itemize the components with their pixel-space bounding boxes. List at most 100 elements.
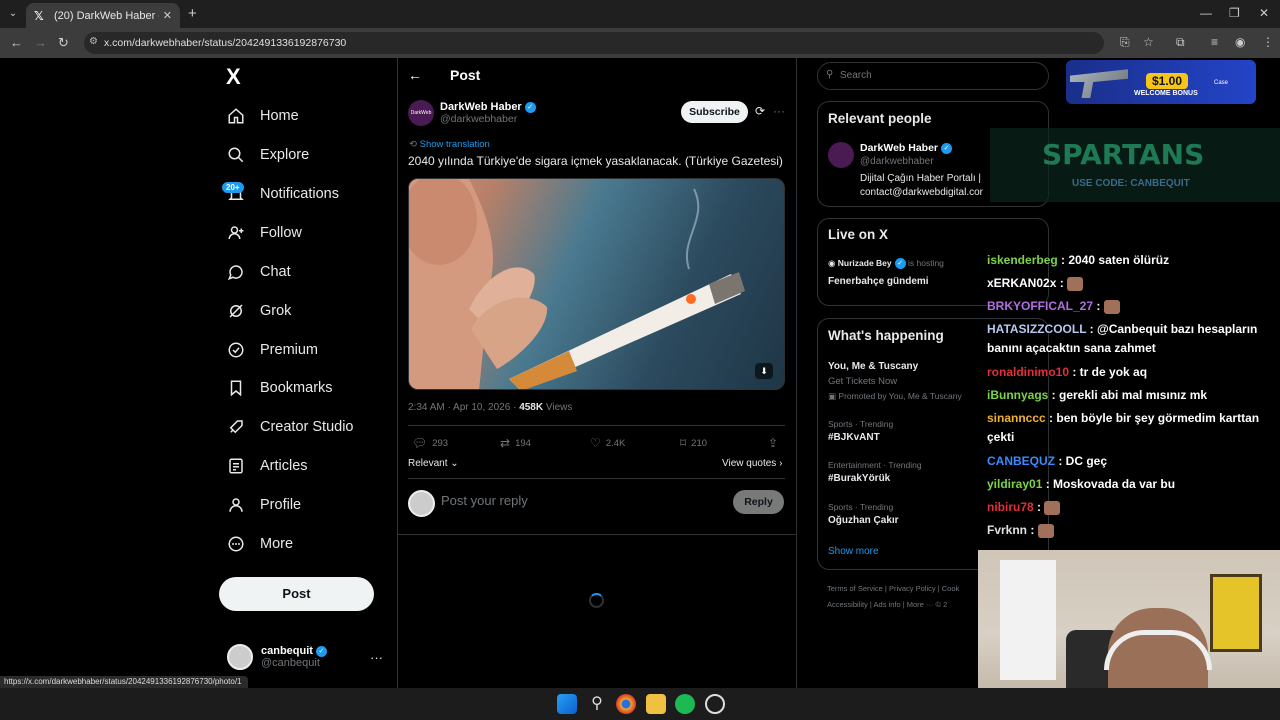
author-avatar[interactable]: DarkWeb <box>408 100 434 126</box>
site-info-icon[interactable]: ⚙ <box>89 36 98 47</box>
browser-tab[interactable]: 𝕏 (20) DarkWeb Haber on X: "204 ✕ <box>26 3 180 28</box>
wall-poster <box>1210 574 1262 652</box>
x-logo[interactable]: X <box>226 64 241 90</box>
live-host[interactable]: ◉ Nurizade Bey ✓ is hosting <box>828 258 944 270</box>
search-input[interactable]: Search <box>817 62 1049 90</box>
like-action[interactable]: ♡ 2.4K <box>590 436 625 450</box>
image-download-icon[interactable]: ⬇ <box>755 363 773 379</box>
chat-user: Fvrknn <box>987 523 1028 537</box>
app-icon[interactable] <box>705 694 725 714</box>
sidebar-item-profile[interactable]: Profile <box>226 490 301 520</box>
account-more-icon[interactable]: ··· <box>370 650 383 665</box>
chat-user: iBunnyags <box>987 388 1049 402</box>
sidepanel-icon[interactable]: ≡ <box>1211 35 1218 49</box>
trend-name[interactable]: #BurakYörük <box>828 473 890 484</box>
reply-button[interactable]: Reply <box>733 490 784 514</box>
subscribe-button[interactable]: Subscribe <box>681 101 748 123</box>
new-tab-icon[interactable]: + <box>188 5 197 22</box>
show-translation-label: Show translation <box>419 139 490 150</box>
sidebar-item-follow[interactable]: Follow <box>226 218 302 248</box>
chat-message: BRKYOFFICAL_27 : <box>987 299 1120 314</box>
file-explorer-icon[interactable] <box>646 694 666 714</box>
reply-input[interactable]: Post your reply <box>441 493 528 508</box>
trend-category: Entertainment · Trending <box>828 460 922 470</box>
chrome-icon[interactable] <box>616 694 636 714</box>
account-name: canbequit <box>261 645 313 657</box>
sidebar-item-explore[interactable]: Explore <box>226 140 309 170</box>
share-action[interactable]: ⇪ <box>768 436 783 450</box>
person-name[interactable]: DarkWeb Haber <box>860 142 938 154</box>
sidebar-item-label: Profile <box>260 497 302 513</box>
bookmark-icon <box>226 378 246 398</box>
tab-close-icon[interactable]: ✕ <box>163 9 172 22</box>
back-arrow-icon[interactable]: ← <box>408 67 422 83</box>
spotify-icon[interactable] <box>675 694 695 714</box>
chat-message: CANBEQUZ : DC geç <box>987 454 1107 468</box>
windows-start-icon[interactable] <box>557 694 577 714</box>
link-status-bar: https://x.com/darkwebhaber/status/204249… <box>0 676 248 688</box>
sidebar-item-creator-studio[interactable]: Creator Studio <box>226 412 354 442</box>
bookmark-star-icon[interactable]: ☆ <box>1143 35 1154 49</box>
maximize-icon[interactable]: ❐ <box>1229 6 1240 20</box>
reply-action[interactable]: 💬︎ 293 <box>412 436 448 450</box>
address-bar-row: ← → ↻ x.com/darkwebhaber/status/20424913… <box>0 28 1280 58</box>
show-translation-link[interactable]: ⟲ Show translation <box>409 139 490 150</box>
chat-user: nibiru78 <box>987 500 1034 514</box>
footer-links[interactable]: Accessibility | Ads info | More ··· © 2 <box>827 600 947 609</box>
show-more-link[interactable]: Show more <box>828 546 879 557</box>
author-name[interactable]: DarkWeb Haber <box>440 101 522 113</box>
url-field[interactable]: x.com/darkwebhaber/status/20424913361928… <box>84 32 1104 54</box>
likes-count: 2.4K <box>605 437 626 449</box>
browser-menu-icon[interactable]: ⋮ <box>1262 35 1274 49</box>
person-bio: Dijital Çağın Haber Portalı | contact@da… <box>860 172 983 200</box>
live-topic[interactable]: Fenerbahçe gündemi <box>828 276 929 287</box>
post-more-icon[interactable]: ··· <box>773 104 785 118</box>
window-close-icon[interactable]: ✕ <box>1259 6 1269 20</box>
sidebar-item-more[interactable]: More <box>226 529 293 559</box>
sponsor-name: SPARTANS <box>1042 138 1205 171</box>
sidebar-item-articles[interactable]: Articles <box>226 451 308 481</box>
back-icon[interactable]: ← <box>10 35 23 50</box>
sidebar-item-bookmarks[interactable]: Bookmarks <box>226 373 333 403</box>
grok-explain-icon[interactable]: ⟳ <box>755 104 765 118</box>
bookmarks-count: 210 <box>691 437 708 449</box>
forward-icon[interactable]: → <box>34 35 47 50</box>
chat-message: ronaldinimo10 : tr de yok aq <box>987 365 1147 379</box>
sidebar-item-home[interactable]: Home <box>226 101 299 131</box>
home-icon <box>226 106 246 126</box>
post-author[interactable]: DarkWeb DarkWeb Haber ✓ @darkwebhaber <box>408 100 536 126</box>
sidebar-item-label: Grok <box>260 303 292 319</box>
promoted-icon: ▣ <box>828 391 839 401</box>
footer-links[interactable]: Terms of Service | Privacy Policy | Cook <box>827 584 959 593</box>
promo-name[interactable]: You, Me & Tuscany <box>828 361 918 372</box>
reload-icon[interactable]: ↻ <box>58 35 69 51</box>
tab-search-icon[interactable]: ⌄ <box>4 5 22 23</box>
sort-dropdown[interactable]: Relevant ⌄ <box>408 458 459 469</box>
post-button[interactable]: Post <box>219 577 374 611</box>
trend-name[interactable]: Oğuzhan Çakır <box>828 515 899 526</box>
extensions-icon[interactable]: ⧉ <box>1176 35 1185 50</box>
avatar[interactable] <box>828 142 854 168</box>
install-app-icon[interactable]: ⎘ <box>1120 35 1130 50</box>
view-quotes-link[interactable]: View quotes › <box>722 458 782 469</box>
bookmark-action[interactable]: ⌑ 210 <box>680 436 707 450</box>
search-icon[interactable]: ⚲ <box>587 694 607 714</box>
profile-icon[interactable]: ◉ <box>1235 35 1245 49</box>
post-header: ← Post <box>408 67 480 83</box>
trend-name[interactable]: #BJKvANT <box>828 432 880 443</box>
chat-message: Fvrknn : <box>987 523 1054 538</box>
sidebar-item-premium[interactable]: Premium <box>226 335 318 365</box>
post-text: 2040 yılında Türkiye'de sigara içmek yas… <box>408 154 783 168</box>
post-time: 2:34 AM · Apr 10, 2026 · <box>408 402 520 413</box>
sidebar-item-grok[interactable]: Grok <box>226 296 291 326</box>
account-switcher[interactable]: canbequit ✓ @canbequit <box>227 644 327 670</box>
promo-subtitle: Get Tickets Now <box>828 376 898 387</box>
sidebar-item-label: Premium <box>260 342 319 358</box>
minimize-icon[interactable]: — <box>1200 6 1212 20</box>
repost-action[interactable]: ⇄ 194 <box>500 436 531 450</box>
sidebar-item-chat[interactable]: Chat <box>226 257 291 287</box>
host-name: Nurizade Bey <box>837 258 892 268</box>
translate-icon: ⟲ <box>409 139 420 150</box>
author-handle[interactable]: @darkwebhaber <box>440 113 536 125</box>
post-image[interactable] <box>408 178 785 390</box>
